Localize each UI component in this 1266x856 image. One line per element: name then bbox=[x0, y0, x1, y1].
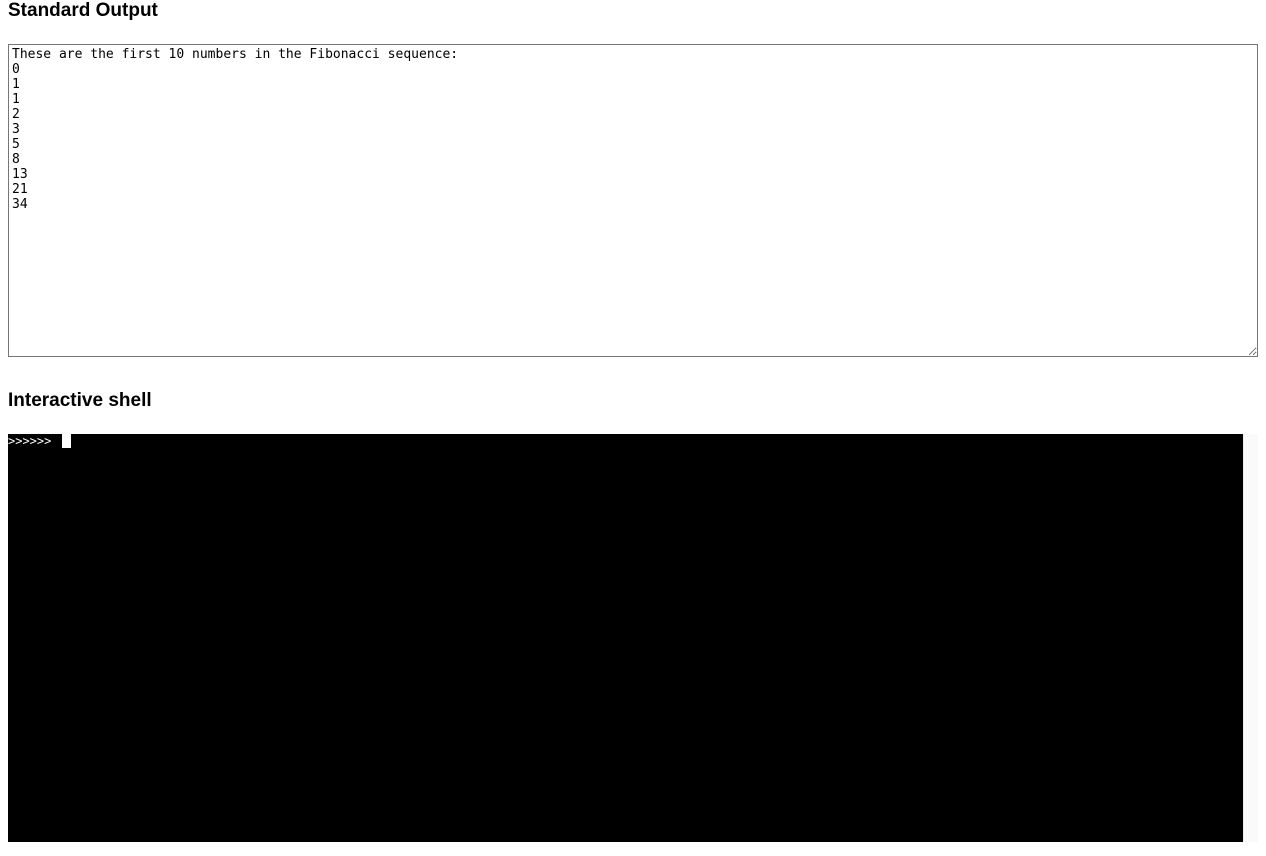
shell-heading: Interactive shell bbox=[8, 390, 1258, 412]
stdout-heading: Standard Output bbox=[8, 0, 1258, 22]
stdout-textarea[interactable] bbox=[8, 44, 1258, 357]
shell-content[interactable]: >>>>>> bbox=[8, 434, 1258, 449]
shell-cursor-icon bbox=[62, 434, 71, 448]
shell-prompt: >>>>>> bbox=[8, 434, 59, 448]
shell-scrollbar[interactable] bbox=[1243, 434, 1258, 842]
interactive-shell[interactable]: >>>>>> bbox=[8, 434, 1258, 842]
